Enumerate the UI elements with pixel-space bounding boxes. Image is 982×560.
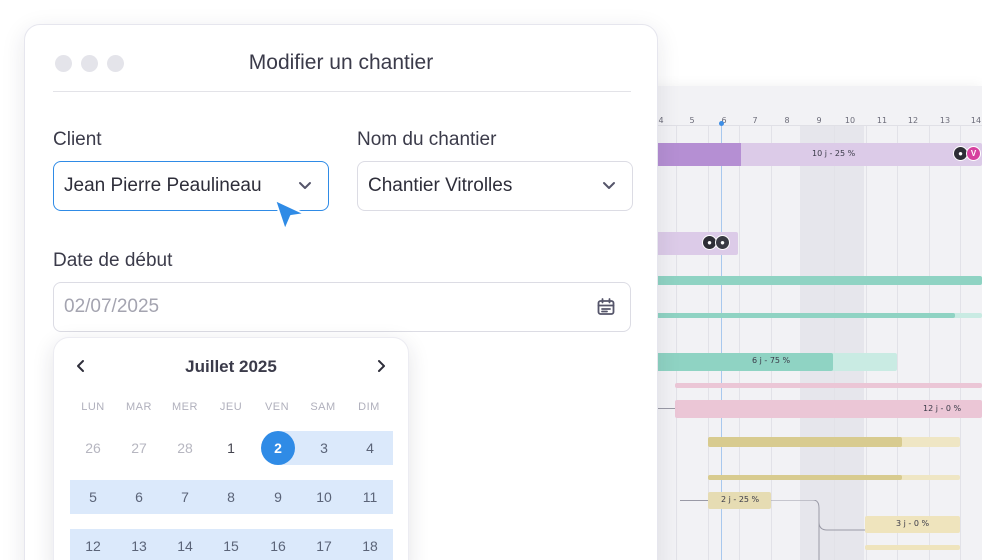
timeline-tick: 14 [970, 116, 982, 125]
calendar-day[interactable]: 6 [116, 480, 162, 514]
start-date-value: 02/07/2025 [64, 296, 160, 317]
calendar-day[interactable]: 18 [347, 529, 393, 560]
calendar-day[interactable]: 9 [255, 480, 301, 514]
chevron-down-icon [603, 182, 615, 189]
timeline-tick: 5 [689, 116, 695, 125]
timeline-tick: 9 [816, 116, 822, 125]
weekday-header: SAM [310, 401, 336, 413]
calendar-day[interactable]: 12 [70, 529, 116, 560]
calendar-day[interactable]: 26 [70, 431, 116, 465]
calendar-day[interactable]: 17 [301, 529, 347, 560]
timeline-tick: 7 [752, 116, 758, 125]
grid-line [834, 126, 835, 560]
calendar-day[interactable]: 5 [70, 480, 116, 514]
grid-line [897, 126, 898, 560]
calendar-day[interactable]: 11 [347, 480, 393, 514]
chevron-right-icon[interactable] [373, 358, 389, 374]
modal-title: Modifier un chantier [248, 51, 434, 74]
gantt-task-progress [708, 437, 902, 447]
weekday-header: JEU [219, 401, 243, 413]
client-select-value: Jean Pierre Peaulineau [64, 175, 262, 196]
gantt-task-progress [708, 475, 902, 480]
weekday-header: MER [172, 401, 198, 413]
gantt-task-label: 2 j - 25 % [721, 495, 760, 504]
chevron-down-icon [299, 182, 311, 189]
calendar-day[interactable]: 1 [208, 431, 254, 465]
grid-line [676, 126, 677, 560]
gantt-task-bar[interactable] [640, 276, 982, 285]
calendar-day[interactable]: 15 [208, 529, 254, 560]
site-name-label: Nom du chantier [357, 129, 497, 150]
calendar-month-title: Juillet 2025 [185, 357, 277, 376]
gantt-task-progress [640, 353, 833, 371]
gantt-task-progress [640, 313, 955, 318]
client-label: Client [53, 129, 102, 150]
weekday-header: VEN [264, 401, 290, 413]
user-avatar[interactable]: V [966, 146, 981, 161]
timeline-tick: 13 [939, 116, 951, 125]
start-date-label: Date de début [53, 250, 173, 271]
calendar-day[interactable]: 27 [116, 431, 162, 465]
calendar-day[interactable]: 7 [162, 480, 208, 514]
gantt-task-label: 10 j - 25 % [812, 149, 856, 158]
divider [53, 91, 631, 92]
weekday-header: DIM [358, 401, 380, 413]
mouse-cursor-icon [274, 199, 306, 231]
timeline-tick: 10 [844, 116, 856, 125]
gantt-task-label: 12 j - 0 % [923, 404, 962, 413]
timeline-tick: 11 [876, 116, 888, 125]
gantt-task-label: 3 j - 0 % [896, 519, 930, 528]
calendar-day[interactable]: 16 [255, 529, 301, 560]
weekend-column [800, 126, 864, 560]
today-marker [719, 121, 724, 126]
timeline-tick: 8 [784, 116, 790, 125]
weekday-header: MAR [126, 401, 152, 413]
calendar-day-selected[interactable]: 2 [255, 431, 301, 465]
calendar-day[interactable]: 10 [301, 480, 347, 514]
weekday-header: LUN [81, 401, 105, 413]
screen: 4 5 6 7 8 9 10 11 12 13 14 10 j - 25 % ●… [0, 0, 982, 560]
timeline-tick: 12 [907, 116, 919, 125]
site-name-select[interactable]: Chantier Vitrolles [357, 161, 633, 211]
calendar-day[interactable]: 28 [162, 431, 208, 465]
dependency-line [771, 500, 865, 560]
grid-line [960, 126, 961, 560]
grid-line [866, 126, 867, 560]
gantt-task-label: 6 j - 75 % [752, 356, 791, 365]
timeline-tick: 6 [721, 116, 727, 125]
start-date-field[interactable]: 02/07/2025 [53, 282, 631, 332]
calendar-day[interactable]: 14 [162, 529, 208, 560]
dependency-line [680, 500, 708, 501]
site-name-select-value: Chantier Vitrolles [368, 175, 513, 196]
calendar-day[interactable]: 4 [347, 431, 393, 465]
gantt-chart: 4 5 6 7 8 9 10 11 12 13 14 10 j - 25 % ●… [640, 86, 982, 560]
gantt-task-bar[interactable] [675, 383, 982, 388]
gantt-timeline-header: 4 5 6 7 8 9 10 11 12 13 14 [640, 86, 982, 126]
calendar-day[interactable]: 13 [116, 529, 162, 560]
calendar-day[interactable]: 8 [208, 480, 254, 514]
grid-line [771, 126, 772, 560]
calendar-icon[interactable] [596, 297, 616, 317]
calendar-day[interactable]: 3 [301, 431, 347, 465]
date-picker: Juillet 2025 LUN MAR MER JEU VEN SAM DIM… [53, 337, 409, 560]
user-avatar[interactable]: ● [715, 235, 730, 250]
grid-line [929, 126, 930, 560]
gantt-task-bar[interactable] [865, 545, 960, 550]
